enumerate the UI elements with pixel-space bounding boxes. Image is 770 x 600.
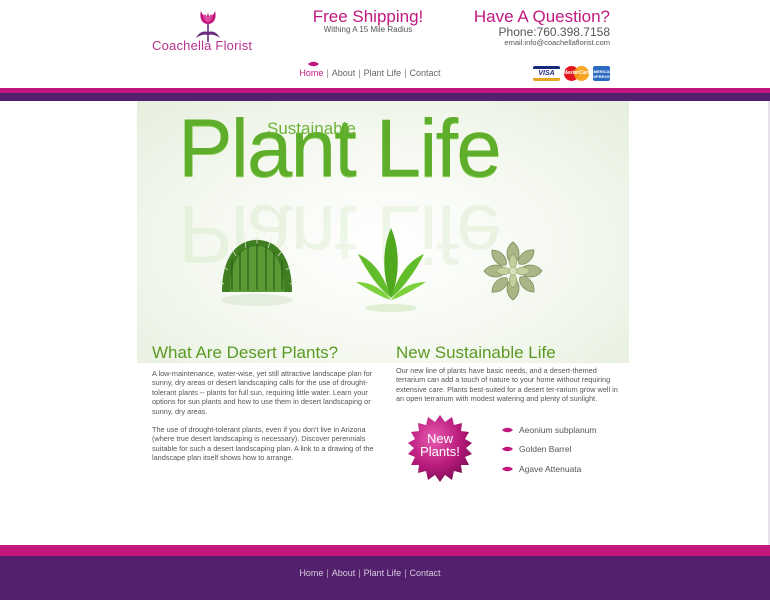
desert-paragraph-1: A low-maintenance, water-wise, yet still… [152, 369, 373, 416]
footer-nav-contact[interactable]: Contact [410, 568, 441, 578]
footer-band-purple [0, 556, 770, 600]
nav-plant-life[interactable]: Plant Life [364, 68, 402, 78]
amex-card-icon: AMERICAN EXPRESS [591, 66, 612, 81]
nav-separator: | [358, 68, 361, 78]
footer-band-pink [0, 545, 770, 556]
footer-nav-about[interactable]: About [332, 568, 356, 578]
list-item[interactable]: Aeonium subplanum [502, 420, 597, 440]
payment-cards: VISA MasterCard AMERICAN EXPRESS [533, 66, 612, 82]
logo-text[interactable]: Coachella Florist [152, 38, 252, 53]
lotus-bullet-icon [502, 447, 513, 452]
mastercard-icon: MasterCard [563, 66, 591, 81]
email-link[interactable]: email:info@coachellaflorist.com [420, 38, 610, 47]
cactus-icon [216, 232, 298, 306]
aloe-plant-icon [356, 228, 426, 312]
lotus-bullet-icon [502, 466, 513, 471]
plant-list: Aeonium subplanum Golden Barrel Agave At… [502, 420, 597, 479]
nav-separator: | [358, 568, 361, 578]
active-nav-marker-icon [308, 61, 319, 67]
list-item[interactable]: Golden Barrel [502, 440, 597, 460]
footer-nav-home[interactable]: Home [299, 568, 323, 578]
succulent-icon [483, 241, 543, 301]
phone-number: Phone:760.398.7158 [498, 25, 610, 39]
logo-flower-icon [196, 11, 220, 42]
top-nav: Home | About | Plant Life | Contact [230, 68, 510, 78]
hero-subtitle: Sustainable [267, 119, 356, 138]
visa-card-icon: VISA [533, 66, 560, 81]
nav-separator: | [404, 568, 407, 578]
lotus-bullet-icon [502, 427, 513, 432]
footer-nav: Home | About | Plant Life | Contact [230, 568, 510, 578]
plant-name: Aeonium subplanum [519, 424, 597, 435]
nav-separator: | [326, 68, 329, 78]
list-item[interactable]: Agave Attenuata [502, 459, 597, 479]
plant-name: Agave Attenuata [519, 463, 582, 474]
nav-about[interactable]: About [332, 68, 356, 78]
plant-name: Golden Barrel [519, 444, 572, 455]
badge-line-2: Plants! [420, 444, 460, 459]
desert-plants-heading: What Are Desert Plants? [152, 343, 339, 362]
nav-separator: | [326, 568, 329, 578]
footer-nav-plant-life[interactable]: Plant Life [364, 568, 402, 578]
sustainable-paragraph: Our new line of plants have basic needs,… [396, 366, 618, 404]
header-band-purple [0, 93, 770, 101]
nav-home[interactable]: Home [299, 68, 323, 78]
question-title: Have A Question? [473, 7, 610, 26]
nav-contact[interactable]: Contact [410, 68, 441, 78]
sustainable-heading: New Sustainable Life [396, 343, 556, 362]
nav-separator: | [404, 68, 407, 78]
new-plants-badge-text[interactable]: New Plants! [404, 432, 476, 458]
desert-paragraph-2: The use of drought-tolerant plants, even… [152, 425, 374, 463]
